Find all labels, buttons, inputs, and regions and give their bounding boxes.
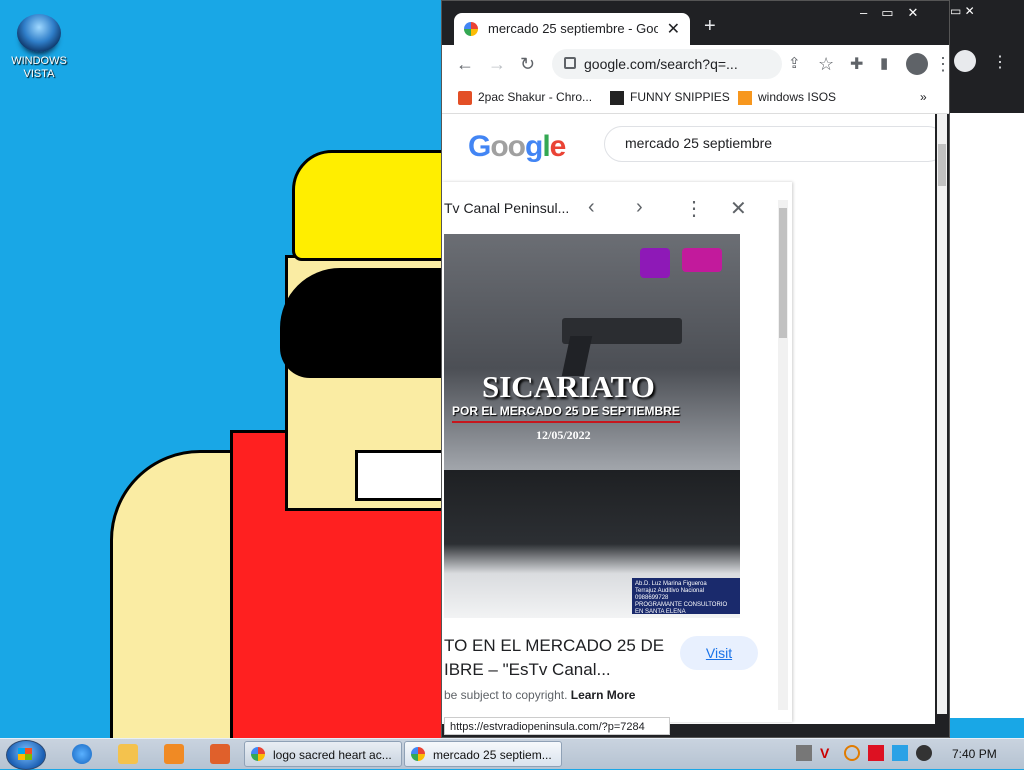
copyright-text: be subject to copyright. <box>444 688 568 702</box>
h-icon <box>610 90 624 105</box>
bookmark-2pac[interactable]: 2pac Shakur - Chro... <box>458 90 592 105</box>
tray-flag-icon[interactable] <box>868 745 884 761</box>
side-panel-icon[interactable]: ▮ <box>880 54 888 72</box>
tray-volume-icon[interactable] <box>916 745 932 761</box>
start-button[interactable] <box>6 740 46 770</box>
result-title[interactable]: TO EN EL MERCADO 25 DE IBRE – "EsTv Cana… <box>444 634 670 682</box>
toolbar: ← → ↻ google.com/search?q=... ⇪ ☆ ✚ ▮ ⋮ <box>442 45 952 83</box>
google-logo[interactable]: Google <box>468 130 566 164</box>
page-scrollbar[interactable] <box>937 114 947 714</box>
search-query: mercado 25 septiembre <box>625 135 773 151</box>
next-image-icon[interactable]: › <box>636 196 643 219</box>
clock[interactable]: 7:40 PM <box>952 747 997 761</box>
folder-icon[interactable] <box>118 744 138 764</box>
tray-app-icon[interactable] <box>796 745 812 761</box>
paint-icon[interactable] <box>210 744 230 764</box>
back-window-content <box>946 113 1024 718</box>
vista-orb-icon <box>17 14 61 52</box>
active-tab[interactable]: mercado 25 septiembre - Google ✕ <box>454 13 690 45</box>
panel-scrollbar-thumb[interactable] <box>779 208 787 338</box>
omnibox[interactable]: google.com/search?q=... <box>552 49 782 79</box>
page-icon <box>458 90 472 105</box>
desktop-icon-label: WINDOWS VISTA <box>11 55 67 80</box>
character-cap <box>292 150 448 261</box>
star-icon[interactable]: ☆ <box>818 54 834 75</box>
duna-logo <box>682 248 722 272</box>
poster-headline: SICARIATO <box>482 369 655 404</box>
taskbar-chrome-task-1[interactable]: logo sacred heart ac... <box>244 741 402 767</box>
close-panel-icon[interactable]: ✕ <box>730 196 747 221</box>
bookmark-label: windows ISOS <box>758 90 837 104</box>
previous-image-icon[interactable]: ‹ <box>588 196 595 219</box>
extensions-icon[interactable]: ✚ <box>850 54 863 74</box>
background-browser-window[interactable]: ▭ ✕ ⋮ <box>946 0 1024 718</box>
reload-icon[interactable]: ↻ <box>520 54 535 75</box>
preview-image[interactable]: SICARIATO POR EL MERCADO 25 DE SEPTIEMBR… <box>444 234 740 618</box>
chrome-window[interactable]: mercado 25 septiembre - Google ✕ + –▭✕ ←… <box>441 0 952 738</box>
poster-date: 12/05/2022 <box>536 428 591 442</box>
tray-search-icon[interactable] <box>844 745 860 761</box>
tray-network-icon[interactable] <box>892 745 908 761</box>
back-arrow-icon[interactable]: ← <box>456 54 474 75</box>
close-tab-icon[interactable]: ✕ <box>667 19 680 39</box>
page-scrollbar-thumb[interactable] <box>938 144 946 186</box>
bookmark-funny-snippies[interactable]: FUNNY SNIPPIES <box>610 90 730 105</box>
task-label: logo sacred heart ac... <box>273 748 392 762</box>
bookmarks-bar: 2pac Shakur - Chro... FUNNY SNIPPIES win… <box>442 83 949 114</box>
more-bookmarks-icon[interactable]: » <box>920 90 927 104</box>
back-window-controls[interactable]: ▭ ✕ <box>950 4 975 18</box>
status-bar-url: https://estvradiopeninsula.com/?p=7284 <box>444 717 670 735</box>
window-controls[interactable]: –▭✕ <box>860 5 932 21</box>
doodle-flag-icon: oo <box>490 130 526 163</box>
profile-icon[interactable] <box>954 50 976 72</box>
menu-icon[interactable]: ⋮ <box>934 54 952 75</box>
task-label: mercado 25 septiem... <box>433 748 552 762</box>
taskbar: logo sacred heart ac... mercado 25 septi… <box>0 738 1024 770</box>
media-player-icon[interactable] <box>164 744 184 764</box>
omnibox-url: google.com/search?q=... <box>584 56 738 72</box>
menu-icon[interactable]: ⋮ <box>992 52 1008 72</box>
more-options-icon[interactable]: ⋮ <box>684 196 704 221</box>
windows-vista-desktop-icon[interactable]: WINDOWS VISTA <box>6 14 72 81</box>
poster-ad-card: Ab.D. Luz Marina Figueroa Terrajuz Audit… <box>632 578 740 615</box>
chrome-icon <box>251 747 265 761</box>
search-input[interactable]: mercado 25 septiembre <box>604 126 935 162</box>
character-teeth <box>355 450 445 501</box>
copyright-notice: be subject to copyright. Learn More <box>444 688 635 702</box>
tab-title: mercado 25 septiembre - Google <box>488 21 658 36</box>
panel-scrollbar[interactable] <box>778 200 788 710</box>
windows-logo-icon <box>18 748 32 760</box>
internet-explorer-icon[interactable] <box>72 744 92 764</box>
poster-subline: POR EL MERCADO 25 DE SEPTIEMBRE <box>452 404 680 423</box>
bookmark-label: 2pac Shakur - Chro... <box>478 90 593 104</box>
profile-icon[interactable] <box>906 53 928 75</box>
character-sunglasses <box>280 268 442 378</box>
bookmark-label: FUNNY SNIPPIES <box>630 90 730 104</box>
source-title[interactable]: Tv Canal Peninsul... <box>444 200 569 216</box>
tray-v-icon[interactable]: V <box>820 745 836 761</box>
taskbar-chrome-task-2[interactable]: mercado 25 septiem... <box>404 741 562 767</box>
lock-icon <box>564 57 576 69</box>
learn-more-link[interactable]: Learn More <box>571 688 636 702</box>
share-icon[interactable]: ⇪ <box>788 54 801 72</box>
page-content: Google mercado 25 septiembre Tv Canal Pe… <box>442 114 935 724</box>
google-favicon-icon <box>464 22 478 36</box>
visit-button[interactable]: Visit <box>680 636 758 670</box>
estv-logo <box>640 248 670 278</box>
bookmark-windows-isos[interactable]: windows ISOS <box>738 90 836 105</box>
ph-icon <box>738 90 752 105</box>
forward-arrow-icon[interactable]: → <box>488 54 506 75</box>
image-preview-panel: Tv Canal Peninsul... ‹ › ⋮ ✕ SICARIATO P… <box>442 182 792 722</box>
new-tab-icon[interactable]: + <box>704 15 716 38</box>
chrome-icon <box>411 747 425 761</box>
